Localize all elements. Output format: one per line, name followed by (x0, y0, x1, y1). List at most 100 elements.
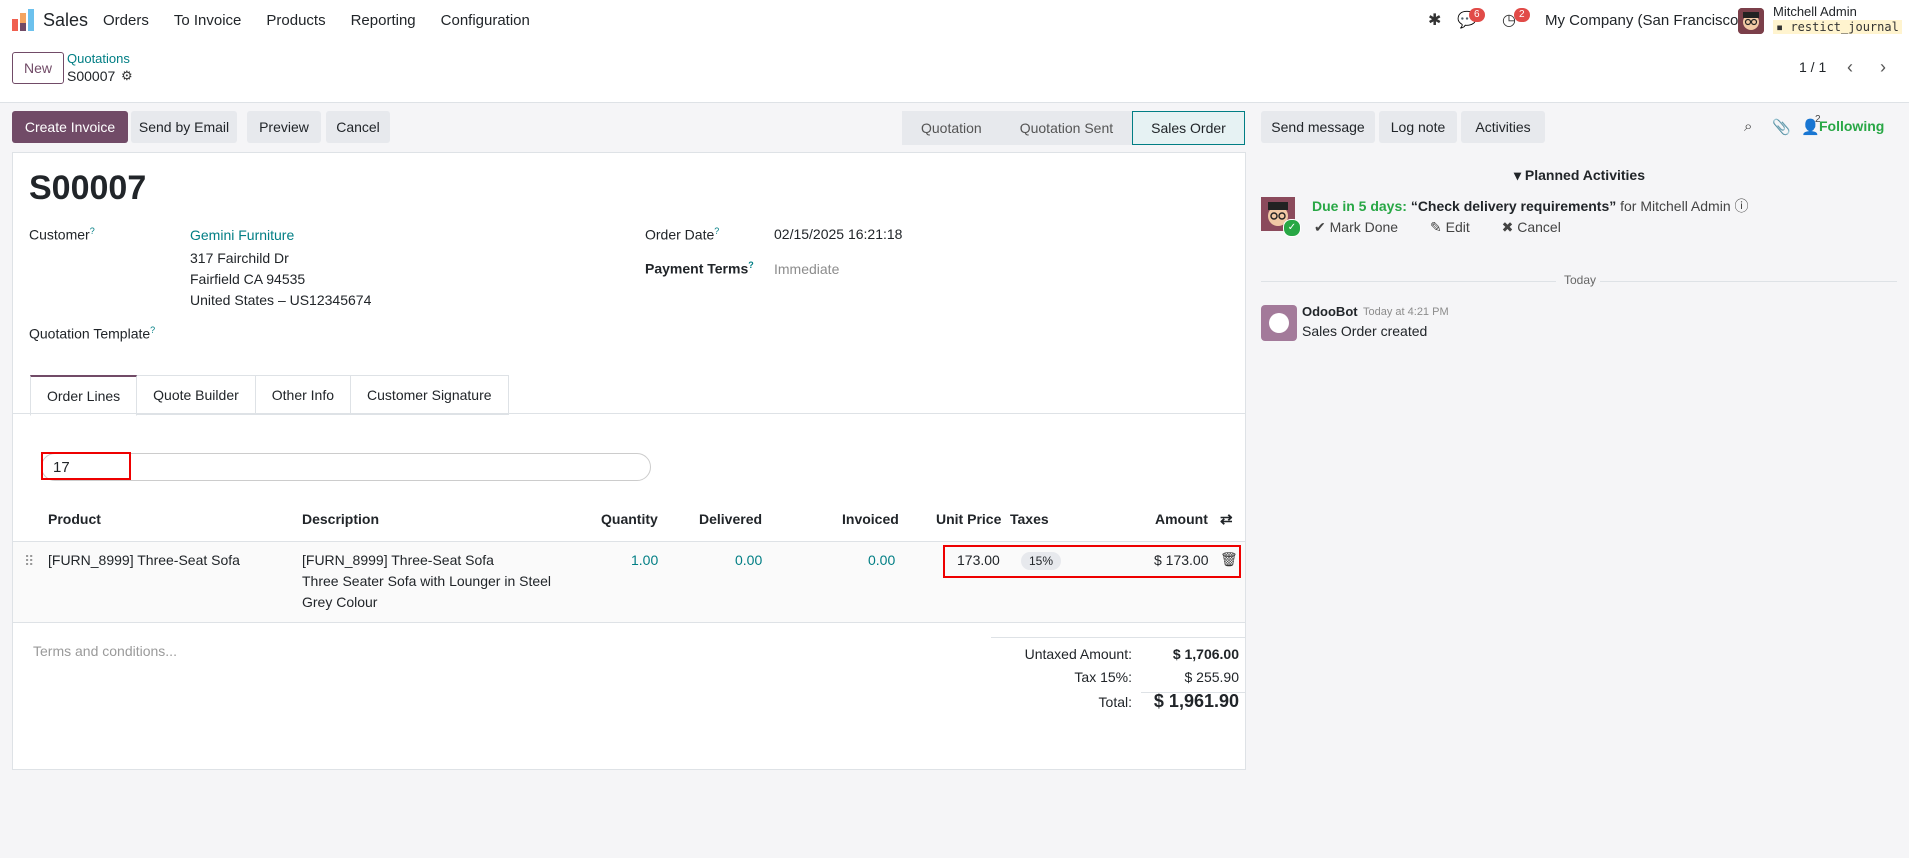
help-icon[interactable]: ? (90, 226, 95, 236)
row-delivered[interactable]: 0.00 (735, 552, 762, 568)
database-name-text: restict_journal (1790, 20, 1899, 34)
order-date-field[interactable]: 02/15/2025 16:21:18 (774, 226, 902, 242)
customer-address-line3: United States – US12345674 (190, 292, 372, 308)
message-body: Sales Order created (1302, 323, 1428, 339)
messages-badge: 6 (1469, 8, 1485, 22)
row-invoiced[interactable]: 0.00 (868, 552, 895, 568)
tab-customer-signature[interactable]: Customer Signature (351, 375, 509, 415)
activity-due-label: Due in 5 days: (1312, 198, 1407, 214)
activity-summary-line: Due in 5 days: “Check delivery requireme… (1312, 196, 1749, 216)
row-description-line3[interactable]: Grey Colour (302, 594, 377, 610)
activities-badge: 2 (1514, 8, 1530, 22)
tab-quote-builder[interactable]: Quote Builder (137, 375, 256, 415)
row-description-line1[interactable]: [FURN_8999] Three-Seat Sofa (302, 552, 494, 568)
order-reference: S00007 (29, 169, 147, 207)
help-icon[interactable]: ? (714, 226, 719, 236)
col-quantity[interactable]: Quantity (601, 511, 658, 527)
create-invoice-button[interactable]: Create Invoice (12, 111, 128, 143)
preview-button[interactable]: Preview (247, 111, 321, 143)
user-name[interactable]: Mitchell Admin (1773, 4, 1857, 19)
col-delivered[interactable]: Delivered (699, 511, 762, 527)
cancel-activity-link[interactable]: ✖ Cancel (1502, 219, 1575, 235)
avatar-face-icon (1738, 8, 1764, 34)
stage-quotation[interactable]: Quotation (902, 111, 1001, 145)
pager-next-icon[interactable]: › (1868, 52, 1898, 82)
col-product[interactable]: Product (48, 511, 101, 527)
activity-actions: ✔ Mark Done ✎ Edit ✖ Cancel (1314, 219, 1589, 236)
stage-sales-order[interactable]: Sales Order (1132, 111, 1245, 145)
col-unit-price[interactable]: Unit Price (936, 511, 1001, 527)
user-avatar[interactable] (1738, 8, 1764, 34)
send-by-email-button[interactable]: Send by Email (131, 111, 237, 143)
send-message-button[interactable]: Send message (1261, 111, 1375, 143)
new-button[interactable]: New (12, 52, 64, 84)
main-menu: Orders To Invoice Products Reporting Con… (103, 12, 555, 29)
pager-value[interactable]: 1 / 1 (1799, 59, 1826, 75)
pager-previous-icon[interactable]: ‹ (1835, 52, 1865, 82)
bug-icon[interactable]: ✱ (1428, 10, 1441, 30)
form-sheet: S00007 Customer? Gemini Furniture 317 Fa… (12, 152, 1246, 770)
control-panel: New Quotations S00007 ⚙ 1 / 1 ‹ › (0, 42, 1909, 103)
form-tabs: Order Lines Quote Builder Other Info Cus… (30, 375, 509, 416)
breadcrumb-quotations[interactable]: Quotations (67, 51, 130, 66)
order-date-label-text: Order Date (645, 226, 715, 243)
drag-handle-icon[interactable]: ⠿ (24, 553, 34, 570)
tax-value: $ 255.90 (1184, 669, 1240, 685)
info-icon[interactable]: ⓘ (1735, 198, 1749, 214)
planned-activities-title: Planned Activities (1524, 167, 1645, 183)
following-button[interactable]: Following (1819, 118, 1884, 134)
message-author[interactable]: OdooBot (1302, 304, 1358, 319)
log-note-button[interactable]: Log note (1379, 111, 1457, 143)
tax-label: Tax 15%: (1074, 669, 1132, 685)
mark-done-link[interactable]: ✔ Mark Done (1314, 219, 1412, 235)
menu-to-invoice[interactable]: To Invoice (174, 12, 242, 29)
order-lines-search-input[interactable]: 17 (41, 452, 131, 480)
col-description[interactable]: Description (302, 511, 379, 527)
payment-terms-field[interactable]: Immediate (774, 261, 839, 277)
menu-reporting[interactable]: Reporting (351, 12, 416, 29)
optional-columns-icon[interactable]: ⇄ (1220, 510, 1233, 528)
row-description-line2[interactable]: Three Seater Sofa with Lounger in Steel (302, 573, 551, 589)
help-icon[interactable]: ? (150, 325, 155, 335)
customer-address-line2: Fairfield CA 94535 (190, 271, 306, 287)
tab-order-lines[interactable]: Order Lines (30, 375, 138, 416)
app-name[interactable]: Sales (43, 10, 88, 31)
activity-assignee: for Mitchell Admin (1620, 198, 1731, 214)
odoobot-avatar (1261, 305, 1297, 341)
sales-app-icon[interactable] (12, 9, 34, 31)
menu-products[interactable]: Products (266, 12, 325, 29)
tab-other-info[interactable]: Other Info (255, 375, 352, 415)
mark-done-text: Mark Done (1329, 219, 1399, 235)
planned-activities-toggle[interactable]: ▾ Planned Activities (1514, 167, 1645, 184)
edit-activity-link[interactable]: ✎ Edit (1430, 219, 1484, 235)
company-switcher[interactable]: My Company (San Francisco) (1545, 12, 1743, 29)
help-icon[interactable]: ? (748, 260, 754, 270)
gear-icon[interactable]: ⚙ (121, 68, 133, 84)
col-taxes[interactable]: Taxes (1010, 511, 1049, 527)
search-icon[interactable]: ⌕ (1744, 118, 1752, 135)
odoobot-face-icon (1269, 313, 1289, 333)
breadcrumb-current: S00007 (67, 68, 116, 84)
menu-orders[interactable]: Orders (103, 12, 149, 29)
date-separator: Today (1564, 273, 1597, 287)
row-product[interactable]: [FURN_8999] Three-Seat Sofa (48, 552, 240, 568)
total-value: $ 1,961.90 (1153, 691, 1239, 711)
cancel-activity-text: Cancel (1517, 219, 1561, 235)
terms-conditions-field[interactable]: Terms and conditions... (33, 643, 177, 659)
activities-button[interactable]: Activities (1461, 111, 1545, 143)
cancel-button[interactable]: Cancel (326, 111, 390, 143)
customer-field[interactable]: Gemini Furniture (190, 227, 294, 243)
col-amount[interactable]: Amount (1155, 511, 1208, 527)
message-time: Today at 4:21 PM (1363, 306, 1449, 318)
status-bar: Quotation Quotation Sent Sales Order (902, 111, 1245, 145)
attachment-icon[interactable]: 📎 (1772, 118, 1791, 136)
col-invoiced[interactable]: Invoiced (842, 511, 899, 527)
menu-configuration[interactable]: Configuration (441, 12, 530, 29)
row-quantity[interactable]: 1.00 (631, 552, 658, 568)
top-navbar: Sales Orders To Invoice Products Reporti… (0, 0, 1909, 42)
quotation-template-label: Quotation Template? (29, 325, 155, 342)
order-lines-search-box[interactable] (41, 453, 651, 481)
stage-quotation-sent[interactable]: Quotation Sent (1000, 111, 1133, 145)
customer-address-line1: 317 Fairchild Dr (190, 250, 289, 266)
tab-divider (13, 413, 1245, 414)
